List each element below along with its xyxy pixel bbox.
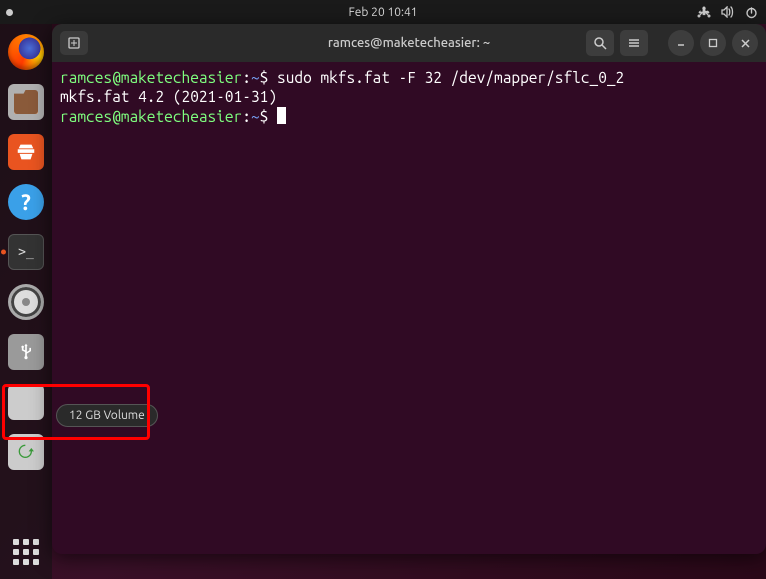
system-tray[interactable] <box>697 6 758 19</box>
terminal-window: ramces@maketecheasier: ~ ramces@maketech… <box>52 24 766 554</box>
dock: ? <box>0 24 52 579</box>
terminal-title: ramces@maketecheasier: ~ <box>328 36 490 50</box>
network-icon <box>697 6 711 18</box>
clock[interactable]: Feb 20 10:41 <box>348 6 417 19</box>
files-icon[interactable] <box>8 84 44 120</box>
disks-icon[interactable] <box>8 284 44 320</box>
prompt-user-host: ramces@maketecheasier <box>60 108 242 125</box>
top-bar: Feb 20 10:41 <box>0 0 766 24</box>
minimize-button[interactable] <box>668 30 694 56</box>
prompt-user-host: ramces@maketecheasier <box>60 69 242 86</box>
prompt-path: ~ <box>251 69 260 86</box>
volume-tooltip: 12 GB Volume <box>56 404 158 427</box>
activities-dot[interactable] <box>6 9 13 16</box>
close-button[interactable] <box>732 30 758 56</box>
terminal-app-icon[interactable] <box>8 234 44 270</box>
search-button[interactable] <box>586 30 614 56</box>
command-line-1: sudo mkfs.fat -F 32 /dev/mapper/sflc_0_2 <box>277 69 624 86</box>
trash-icon[interactable] <box>8 434 44 470</box>
prompt-path: ~ <box>251 108 260 125</box>
new-tab-button[interactable] <box>60 31 88 55</box>
power-icon <box>745 6 758 19</box>
menu-button[interactable] <box>620 30 648 56</box>
software-center-icon[interactable] <box>8 134 44 170</box>
output-line-1: mkfs.fat 4.2 (2021-01-31) <box>60 88 277 105</box>
terminal-titlebar: ramces@maketecheasier: ~ <box>52 24 766 62</box>
show-apps-button[interactable] <box>13 539 39 565</box>
usb-drive-icon[interactable] <box>8 334 44 370</box>
terminal-body[interactable]: ramces@maketecheasier:~$ sudo mkfs.fat -… <box>52 62 766 554</box>
mounted-volume-icon[interactable] <box>8 384 44 420</box>
help-icon[interactable]: ? <box>8 184 44 220</box>
maximize-button[interactable] <box>700 30 726 56</box>
firefox-icon[interactable] <box>8 34 44 70</box>
volume-icon <box>721 6 735 18</box>
cursor <box>277 107 286 124</box>
